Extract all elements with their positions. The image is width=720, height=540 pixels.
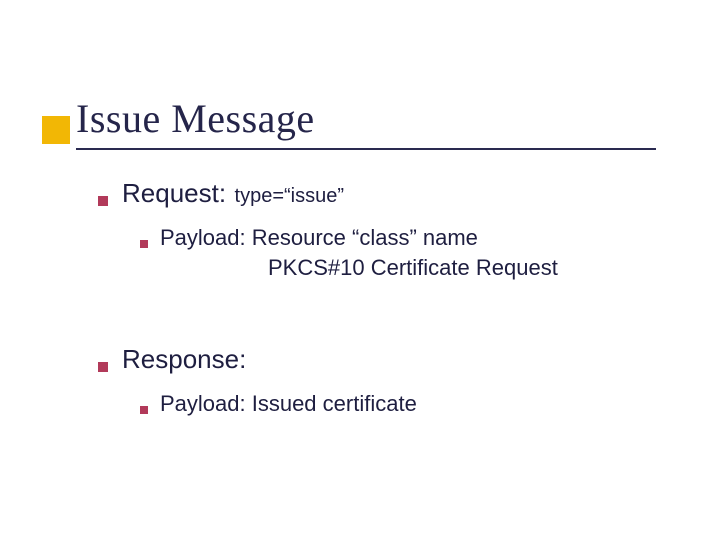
slide-body: Request: type=“issue” Payload: Resource … <box>98 178 658 445</box>
bullet-row: Response: <box>98 344 658 375</box>
sub-bullet-row: Payload: Issued certificate <box>140 389 658 419</box>
bullet-response: Response: Payload: Issued certificate <box>98 344 658 419</box>
bullet-label: Response: <box>122 344 246 374</box>
sub-bullet-line1: Payload: Issued certificate <box>160 389 417 419</box>
square-bullet-icon <box>140 240 148 248</box>
sub-bullet-line2: PKCS#10 Certificate Request <box>268 253 658 283</box>
sub-bullet-row: Payload: Resource “class” name <box>140 223 658 253</box>
sub-bullet: Payload: Issued certificate <box>140 389 658 419</box>
spacer <box>98 308 658 344</box>
square-bullet-icon <box>140 406 148 414</box>
slide-title: Issue Message <box>76 95 315 142</box>
bullet-text-wrap: Response: <box>122 344 250 375</box>
accent-square <box>42 116 70 144</box>
bullet-text-wrap: Request: type=“issue” <box>122 178 344 209</box>
sub-bullet-line1: Payload: Resource “class” name <box>160 223 478 253</box>
bullet-row: Request: type=“issue” <box>98 178 658 209</box>
bullet-suffix: type=“issue” <box>235 185 345 207</box>
title-underline <box>76 148 656 150</box>
square-bullet-icon <box>98 362 108 372</box>
bullet-request: Request: type=“issue” Payload: Resource … <box>98 178 658 282</box>
square-bullet-icon <box>98 196 108 206</box>
sub-bullet: Payload: Resource “class” name PKCS#10 C… <box>140 223 658 282</box>
slide: Issue Message Request: type=“issue” Payl… <box>0 0 720 540</box>
bullet-label: Request: <box>122 178 226 208</box>
